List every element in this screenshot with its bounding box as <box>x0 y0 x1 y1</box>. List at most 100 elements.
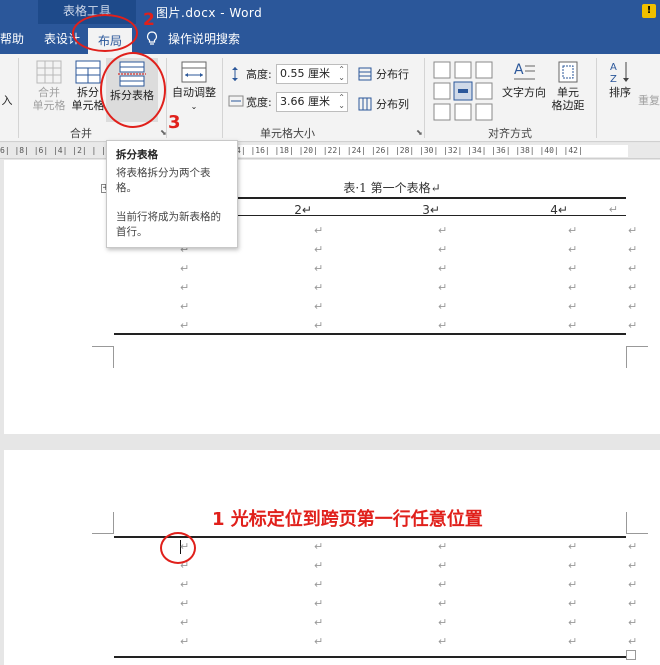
cell-mark: ↵ <box>628 224 637 237</box>
split-table-tooltip: 拆分表格 将表格拆分为两个表格。 当前行将成为新表格的首行。 <box>106 140 238 248</box>
annotation-step-1: 1 光标定位到跨页第一行任意位置 <box>212 509 483 530</box>
column-width-field[interactable]: 3.66 厘米 ⌃ ⌄ <box>276 92 348 112</box>
cell-mark: ↵ <box>628 540 637 553</box>
sort-button[interactable]: AZ 排序 <box>604 60 636 99</box>
cell-mark: ↵ <box>568 559 577 572</box>
tab-help[interactable]: 帮助 <box>0 24 24 54</box>
merge-cells-icon <box>36 60 62 84</box>
distribute-columns-icon <box>358 97 372 111</box>
cell-mark: ↵ <box>568 243 577 256</box>
distribute-columns-button[interactable]: 分布列 <box>358 96 409 112</box>
cell-mark: ↵ <box>438 635 447 648</box>
group-cell-size-label: 单元格大小 <box>260 127 315 140</box>
cell-mark: ↵ <box>180 635 189 648</box>
cell-mark: ↵ <box>438 281 447 294</box>
cell-mark: ↵ <box>438 559 447 572</box>
text-direction-button[interactable]: A 文字方向 <box>500 60 548 99</box>
svg-text:A: A <box>514 62 524 78</box>
alignment-grid <box>432 60 494 122</box>
repeat-header-button-partial[interactable]: 重复 <box>638 94 660 107</box>
cell-mark: ↵ <box>628 635 637 648</box>
cell-mark: ↵ <box>314 616 323 629</box>
cell-mark: ↵ <box>180 597 189 610</box>
group-alignment-label: 对齐方式 <box>488 127 532 140</box>
split-cells-icon <box>75 60 101 84</box>
cell-mark: ↵ <box>568 300 577 313</box>
cell-mark: ↵ <box>568 224 577 237</box>
table-caption: 表·1 第一个表格↵ <box>343 181 441 195</box>
cell-mark: ↵ <box>438 300 447 313</box>
document-page-2[interactable]: ↵ ↵ ↵ ↵ ↵ ↵ ↵ ↵ ↵ ↵ ↵ ↵ ↵ ↵ ↵ ↵ ↵ ↵ ↵ ↵ ↵ ↵ ↵ ↵ ↵ ↵ ↵ ↵ ↵ ↵ <box>4 450 660 665</box>
cell-mark: ↵ <box>628 616 637 629</box>
annotation-circle-cursor <box>160 532 196 564</box>
row-end-mark: ↵ <box>608 203 618 216</box>
cell-mark: ↵ <box>568 578 577 591</box>
header-cell[interactable]: 3↵ <box>320 200 448 219</box>
annotation-step-3: 3 <box>168 112 181 133</box>
cell-mark: ↵ <box>628 559 637 572</box>
cell-mark: ↵ <box>314 262 323 275</box>
tell-me-search[interactable]: 操作说明搜索 <box>168 24 240 54</box>
ribbon-layout: 入 合并 单元格 拆分 单元格 拆分表格 合并 ⬊ 自动调整 ⌄ 高度: 0.55 厘… <box>0 54 660 142</box>
column-width-icon <box>228 94 244 111</box>
cell-margins-button[interactable]: 单元 格边距 <box>548 60 588 112</box>
cell-mark: ↵ <box>628 578 637 591</box>
cell-mark: ↵ <box>180 319 189 332</box>
row-height-field[interactable]: 0.55 厘米 ⌃ ⌄ <box>276 64 348 84</box>
table-2-body[interactable]: ↵ ↵ ↵ ↵ ↵ ↵ ↵ ↵ ↵ ↵ ↵ ↵ ↵ ↵ ↵ ↵ ↵ ↵ ↵ ↵ ↵ ↵ ↵ ↵ ↵ ↵ ↵ ↵ ↵ ↵ <box>114 538 644 660</box>
header-cell[interactable]: 4↵ <box>448 200 576 219</box>
cell-mark: ↵ <box>180 300 189 313</box>
horizontal-ruler[interactable]: 6| |8| |6| |4| |2| | |2| |4| |6| |8| |10… <box>0 143 660 159</box>
autofit-button[interactable]: 自动调整 ⌄ <box>168 60 220 113</box>
insert-button-partial[interactable]: 入 <box>0 94 14 107</box>
cell-mark: ↵ <box>314 224 323 237</box>
cell-mark: ↵ <box>314 281 323 294</box>
distribute-rows-button[interactable]: 分布行 <box>358 66 409 82</box>
crop-mark <box>626 512 648 534</box>
group-merge-label: 合并 <box>70 127 92 140</box>
cell-mark: ↵ <box>628 300 637 313</box>
warning-icon[interactable]: ! <box>642 4 656 18</box>
cell-mark: ↵ <box>314 319 323 332</box>
cell-mark: ↵ <box>628 243 637 256</box>
document-page-1[interactable]: + 表·1 第一个表格↵ 2↵ 3↵ 4↵ ↵ ↵↵↵↵↵↵↵↵↵↵↵↵↵↵↵↵… <box>4 160 660 434</box>
merge-cells-button[interactable]: 合并 单元格 <box>30 60 68 112</box>
cell-mark: ↵ <box>568 635 577 648</box>
cell-mark: ↵ <box>180 578 189 591</box>
cell-mark: ↵ <box>628 262 637 275</box>
table-resize-handle[interactable] <box>626 650 636 660</box>
cell-mark: ↵ <box>438 243 447 256</box>
autofit-icon <box>181 61 207 83</box>
height-label: 高度: <box>246 68 272 81</box>
cell-mark: ↵ <box>568 281 577 294</box>
cell-mark: ↵ <box>438 262 447 275</box>
cell-mark: ↵ <box>628 281 637 294</box>
cell-mark: ↵ <box>180 616 189 629</box>
distribute-rows-icon <box>358 67 372 81</box>
sort-icon: AZ <box>610 62 629 84</box>
crop-mark <box>92 512 114 534</box>
row-height-icon <box>228 66 242 85</box>
annotation-step-2: 2 <box>143 10 155 30</box>
cell-mark: ↵ <box>180 262 189 275</box>
svg-text:A: A <box>610 62 617 73</box>
cell-size-launcher-icon[interactable]: ⬊ <box>416 128 423 137</box>
text-direction-icon: A <box>514 62 535 80</box>
svg-text:Z: Z <box>610 74 617 84</box>
cell-mark: ↵ <box>438 597 447 610</box>
cell-mark: ↵ <box>568 540 577 553</box>
crop-mark <box>626 346 648 368</box>
tooltip-line1: 将表格拆分为两个表格。 <box>116 167 211 194</box>
cell-mark: ↵ <box>438 540 447 553</box>
document-title: 图片.docx - Word <box>156 6 263 20</box>
cell-mark: ↵ <box>314 559 323 572</box>
tooltip-title: 拆分表格 <box>116 149 158 161</box>
width-label: 宽度: <box>246 96 272 109</box>
cell-mark: ↵ <box>628 597 637 610</box>
cell-mark: ↵ <box>438 224 447 237</box>
cell-mark: ↵ <box>180 281 189 294</box>
cell-mark: ↵ <box>314 300 323 313</box>
cell-mark: ↵ <box>314 540 323 553</box>
cell-mark: ↵ <box>628 319 637 332</box>
tooltip-line2: 当前行将成为新表格的首行。 <box>116 211 221 238</box>
